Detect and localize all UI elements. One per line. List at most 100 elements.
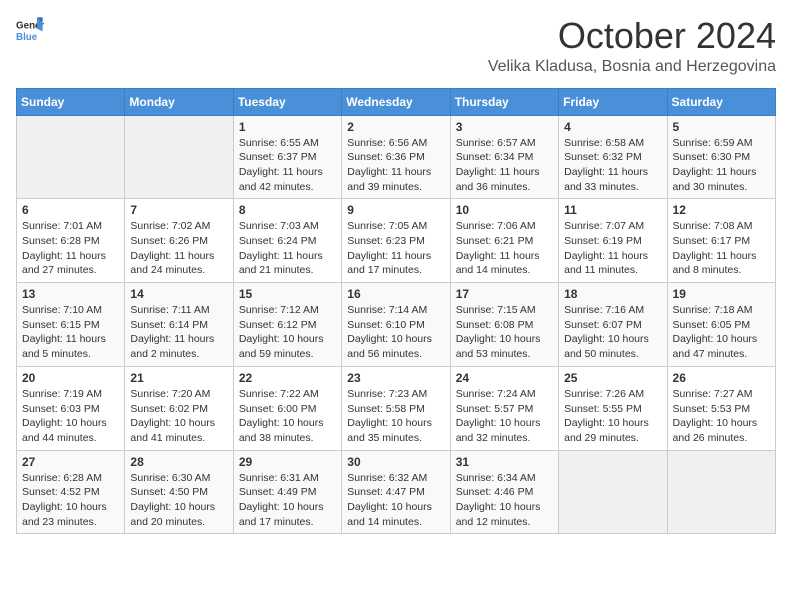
day-number: 7 [130,203,227,217]
day-info: Sunrise: 7:07 AMSunset: 6:19 PMDaylight:… [564,219,661,278]
day-number: 20 [22,371,119,385]
day-number: 13 [22,287,119,301]
day-number: 25 [564,371,661,385]
day-number: 21 [130,371,227,385]
calendar-cell [559,450,667,534]
calendar-cell: 26 Sunrise: 7:27 AMSunset: 5:53 PMDayligh… [667,366,775,450]
calendar-cell: 4 Sunrise: 6:58 AMSunset: 6:32 PMDaylight… [559,115,667,199]
day-info: Sunrise: 6:56 AMSunset: 6:36 PMDaylight:… [347,136,444,195]
logo: General Blue [16,16,44,44]
day-info: Sunrise: 7:14 AMSunset: 6:10 PMDaylight:… [347,303,444,362]
calendar-cell: 8 Sunrise: 7:03 AMSunset: 6:24 PMDaylight… [233,199,341,283]
calendar-cell: 28 Sunrise: 6:30 AMSunset: 4:50 PMDayligh… [125,450,233,534]
day-number: 24 [456,371,553,385]
svg-text:Blue: Blue [16,32,38,43]
day-info: Sunrise: 7:01 AMSunset: 6:28 PMDaylight:… [22,219,119,278]
day-info: Sunrise: 7:27 AMSunset: 5:53 PMDaylight:… [673,387,770,446]
calendar-cell: 3Sunrise: 6:57 AMSunset: 6:34 PMDaylight… [450,115,558,199]
calendar-cell: 21 Sunrise: 7:20 AMSunset: 6:02 PMDayligh… [125,366,233,450]
weekday-header-saturday: Saturday [667,88,775,115]
calendar-cell: 12 Sunrise: 7:08 AMSunset: 6:17 PMDayligh… [667,199,775,283]
day-info: Sunrise: 7:10 AMSunset: 6:15 PMDaylight:… [22,303,119,362]
weekday-header-tuesday: Tuesday [233,88,341,115]
day-info: Sunrise: 7:06 AMSunset: 6:21 PMDaylight:… [456,219,553,278]
calendar-cell: 2 Sunrise: 6:56 AMSunset: 6:36 PMDaylight… [342,115,450,199]
calendar-cell: 11 Sunrise: 7:07 AMSunset: 6:19 PMDayligh… [559,199,667,283]
calendar-cell: 23Sunrise: 7:23 AMSunset: 5:58 PMDayligh… [342,366,450,450]
weekday-header-sunday: Sunday [17,88,125,115]
day-info: Sunrise: 7:05 AMSunset: 6:23 PMDaylight:… [347,219,444,278]
day-number: 28 [130,455,227,469]
calendar-cell: 22 Sunrise: 7:22 AMSunset: 6:00 PMDayligh… [233,366,341,450]
day-info: Sunrise: 6:59 AMSunset: 6:30 PMDaylight:… [673,136,770,195]
day-info: Sunrise: 6:34 AMSunset: 4:46 PMDaylight:… [456,471,553,530]
calendar-cell: 30 Sunrise: 6:32 AMSunset: 4:47 PMDayligh… [342,450,450,534]
day-number: 11 [564,203,661,217]
calendar-cell: 7Sunrise: 7:02 AMSunset: 6:26 PMDaylight… [125,199,233,283]
calendar-title: October 2024 [488,16,776,56]
day-info: Sunrise: 7:22 AMSunset: 6:00 PMDaylight:… [239,387,336,446]
calendar-week-row: 1 Sunrise: 6:55 AMSunset: 6:37 PMDaylight… [17,115,776,199]
day-number: 9 [347,203,444,217]
calendar-cell: 14Sunrise: 7:11 AMSunset: 6:14 PMDayligh… [125,283,233,367]
weekday-header-row: SundayMondayTuesdayWednesdayThursdayFrid… [17,88,776,115]
day-number: 23 [347,371,444,385]
calendar-table: SundayMondayTuesdayWednesdayThursdayFrid… [16,88,776,535]
day-number: 8 [239,203,336,217]
day-info: Sunrise: 7:18 AMSunset: 6:05 PMDaylight:… [673,303,770,362]
day-info: Sunrise: 6:28 AMSunset: 4:52 PMDaylight:… [22,471,119,530]
calendar-cell: 31 Sunrise: 6:34 AMSunset: 4:46 PMDayligh… [450,450,558,534]
calendar-cell: 5 Sunrise: 6:59 AMSunset: 6:30 PMDaylight… [667,115,775,199]
day-info: Sunrise: 6:58 AMSunset: 6:32 PMDaylight:… [564,136,661,195]
day-info: Sunrise: 6:32 AMSunset: 4:47 PMDaylight:… [347,471,444,530]
calendar-cell [667,450,775,534]
day-info: Sunrise: 6:30 AMSunset: 4:50 PMDaylight:… [130,471,227,530]
day-number: 4 [564,120,661,134]
calendar-cell: 13 Sunrise: 7:10 AMSunset: 6:15 PMDayligh… [17,283,125,367]
calendar-cell: 6 Sunrise: 7:01 AMSunset: 6:28 PMDaylight… [17,199,125,283]
calendar-cell: 15Sunrise: 7:12 AMSunset: 6:12 PMDayligh… [233,283,341,367]
day-number: 22 [239,371,336,385]
calendar-cell: 16 Sunrise: 7:14 AMSunset: 6:10 PMDayligh… [342,283,450,367]
day-number: 5 [673,120,770,134]
calendar-cell: 17 Sunrise: 7:15 AMSunset: 6:08 PMDayligh… [450,283,558,367]
day-number: 18 [564,287,661,301]
calendar-week-row: 13 Sunrise: 7:10 AMSunset: 6:15 PMDayligh… [17,283,776,367]
calendar-cell: 24 Sunrise: 7:24 AMSunset: 5:57 PMDayligh… [450,366,558,450]
day-number: 16 [347,287,444,301]
day-number: 31 [456,455,553,469]
day-number: 1 [239,120,336,134]
day-info: Sunrise: 7:16 AMSunset: 6:07 PMDaylight:… [564,303,661,362]
day-info: Sunrise: 7:20 AMSunset: 6:02 PMDaylight:… [130,387,227,446]
day-number: 12 [673,203,770,217]
weekday-header-thursday: Thursday [450,88,558,115]
calendar-cell: 10Sunrise: 7:06 AMSunset: 6:21 PMDayligh… [450,199,558,283]
weekday-header-friday: Friday [559,88,667,115]
calendar-cell: 29Sunrise: 6:31 AMSunset: 4:49 PMDayligh… [233,450,341,534]
day-number: 27 [22,455,119,469]
calendar-week-row: 6 Sunrise: 7:01 AMSunset: 6:28 PMDaylight… [17,199,776,283]
calendar-cell: 27 Sunrise: 6:28 AMSunset: 4:52 PMDayligh… [17,450,125,534]
weekday-header-wednesday: Wednesday [342,88,450,115]
day-info: Sunrise: 7:15 AMSunset: 6:08 PMDaylight:… [456,303,553,362]
day-info: Sunrise: 7:08 AMSunset: 6:17 PMDaylight:… [673,219,770,278]
day-number: 2 [347,120,444,134]
calendar-cell [17,115,125,199]
logo-icon: General Blue [16,16,44,44]
day-number: 30 [347,455,444,469]
calendar-cell: 1 Sunrise: 6:55 AMSunset: 6:37 PMDaylight… [233,115,341,199]
day-info: Sunrise: 6:31 AMSunset: 4:49 PMDaylight:… [239,471,336,530]
day-number: 17 [456,287,553,301]
day-info: Sunrise: 7:24 AMSunset: 5:57 PMDaylight:… [456,387,553,446]
day-number: 19 [673,287,770,301]
day-info: Sunrise: 7:03 AMSunset: 6:24 PMDaylight:… [239,219,336,278]
day-info: Sunrise: 7:26 AMSunset: 5:55 PMDaylight:… [564,387,661,446]
calendar-cell: 18 Sunrise: 7:16 AMSunset: 6:07 PMDayligh… [559,283,667,367]
day-number: 6 [22,203,119,217]
calendar-cell: 25 Sunrise: 7:26 AMSunset: 5:55 PMDayligh… [559,366,667,450]
day-info: Sunrise: 6:55 AMSunset: 6:37 PMDaylight:… [239,136,336,195]
page-header: General Blue October 2024 Velika Kladusa… [16,16,776,76]
day-info: Sunrise: 7:12 AMSunset: 6:12 PMDaylight:… [239,303,336,362]
day-number: 14 [130,287,227,301]
day-number: 26 [673,371,770,385]
